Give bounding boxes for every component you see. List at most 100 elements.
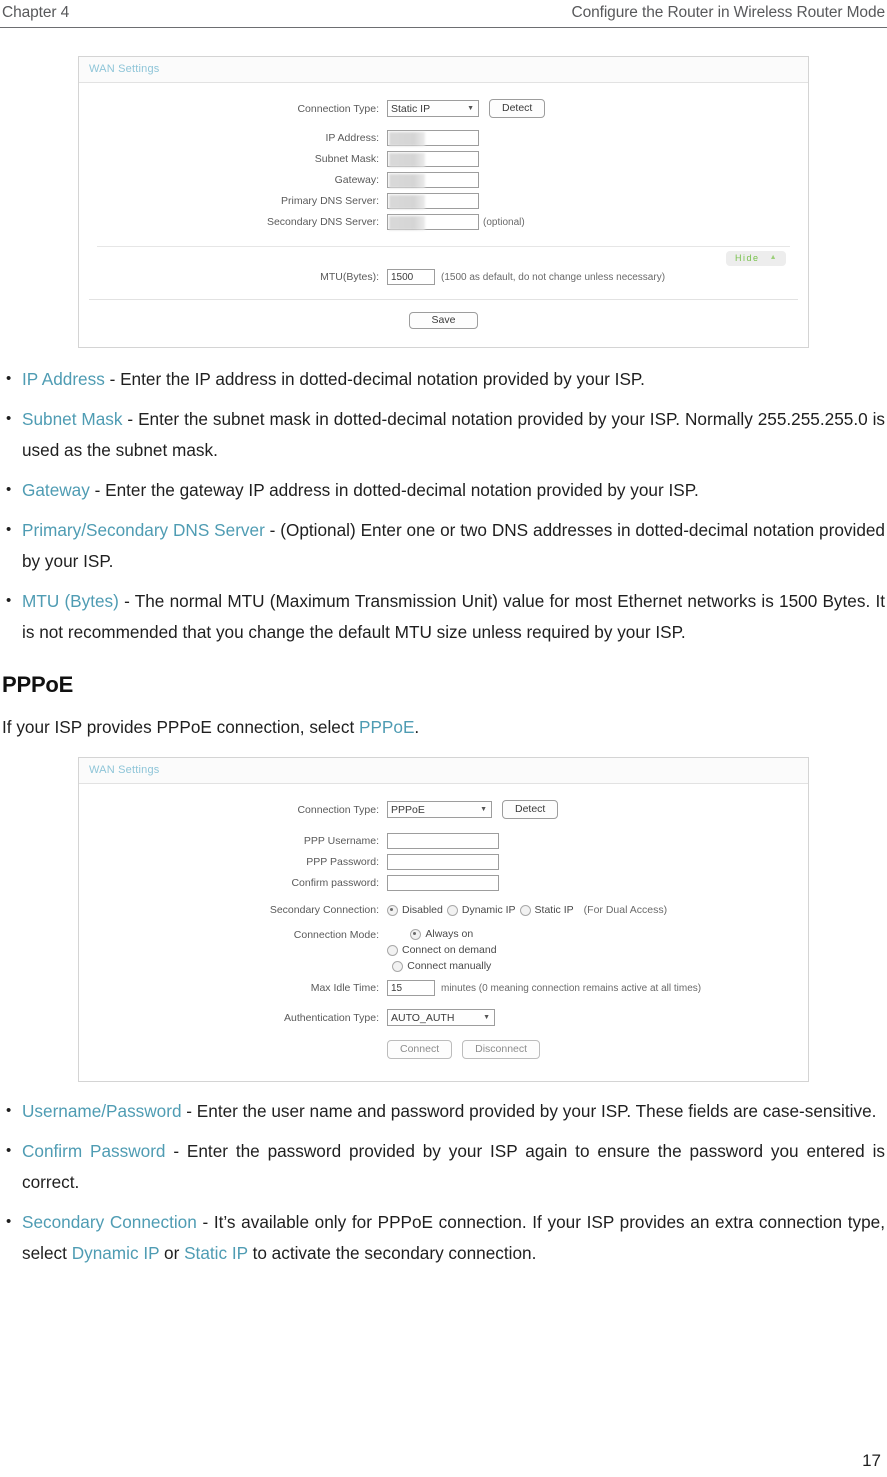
- bullet-term: Username/Password: [22, 1101, 182, 1121]
- gateway-input[interactable]: [387, 172, 479, 188]
- detect-button-static[interactable]: Detect: [489, 99, 546, 118]
- pppoe-bullet-list: Username/Password - Enter the user name …: [2, 1095, 885, 1269]
- connection-type-label-static: Connection Type:: [297, 102, 379, 115]
- ppp-username-row: PPP Username:: [89, 833, 798, 849]
- wan-settings-body-pppoe: Connection Type: PPPoE ▼ Detect PPP User…: [79, 784, 808, 1081]
- confirm-password-label: Confirm password:: [291, 877, 379, 889]
- confirm-password-row: Confirm password:: [89, 875, 798, 891]
- bullet-term: Confirm Password: [22, 1141, 166, 1161]
- bullet-term: IP Address: [22, 369, 105, 389]
- intro-text-after: .: [414, 717, 420, 737]
- radio-secondary-static-ip[interactable]: [519, 904, 531, 916]
- radio-always-on[interactable]: [410, 928, 422, 940]
- bullet-term: Secondary Connection: [22, 1212, 197, 1232]
- bullet-text: - Enter the subnet mask in dotted-decima…: [22, 409, 885, 460]
- secondary-connection-label: Secondary Connection:: [269, 904, 379, 916]
- ppp-username-input[interactable]: [387, 833, 499, 849]
- authentication-type-value: AUTO_AUTH: [391, 1011, 455, 1024]
- wan-settings-panel-title-pppoe: WAN Settings: [79, 758, 808, 784]
- secondary-dns-optional-note: (optional): [483, 216, 525, 228]
- subnet-mask-input[interactable]: [387, 151, 479, 167]
- confirm-password-input[interactable]: [387, 875, 499, 891]
- mtu-hint: (1500 as default, do not change unless n…: [441, 271, 666, 283]
- primary-dns-row: Primary DNS Server:: [89, 193, 798, 209]
- bullet-link-static-ip: Static IP: [184, 1243, 248, 1263]
- list-item: Secondary Connection - It’s available on…: [2, 1206, 885, 1269]
- ip-address-input[interactable]: [387, 130, 479, 146]
- page-running-head: Chapter 4 Configure the Router in Wirele…: [0, 0, 887, 28]
- subnet-mask-row: Subnet Mask:: [89, 151, 798, 167]
- max-idle-time-hint: minutes (0 meaning connection remains ac…: [441, 982, 702, 994]
- list-item: Gateway - Enter the gateway IP address i…: [2, 474, 885, 506]
- wan-settings-panel-title-static: WAN Settings: [79, 57, 808, 83]
- hide-toggle-label: Hide: [735, 253, 760, 263]
- page-content: WAN Settings Connection Type: Static IP …: [0, 56, 887, 1269]
- ppp-username-label: PPP Username:: [303, 835, 379, 847]
- chevron-down-icon: ▼: [467, 105, 474, 112]
- page-number: 17: [862, 1451, 881, 1470]
- connection-mode-label: Connection Mode:: [293, 929, 379, 941]
- list-item: Username/Password - Enter the user name …: [2, 1095, 885, 1127]
- ip-address-label: IP Address:: [325, 132, 379, 144]
- connection-type-value-pppoe: PPPoE: [391, 803, 425, 816]
- max-idle-time-input[interactable]: 15: [387, 980, 435, 996]
- authentication-type-row: Authentication Type: AUTO_AUTH ▼: [89, 1009, 798, 1026]
- connection-type-row-pppoe: Connection Type: PPPoE ▼ Detect: [89, 800, 798, 819]
- connection-type-row-static: Connection Type: Static IP ▼ Detect: [89, 99, 798, 118]
- radio-connect-manually[interactable]: [392, 960, 404, 972]
- secondary-dns-input[interactable]: [387, 214, 479, 230]
- authentication-type-label: Authentication Type:: [284, 1011, 379, 1024]
- hide-toggle-button[interactable]: Hide ▲: [726, 251, 786, 266]
- radio-secondary-disabled[interactable]: [387, 904, 398, 916]
- bullet-text: - Enter the IP address in dotted-decimal…: [104, 369, 645, 389]
- mtu-row: MTU(Bytes): 1500 (1500 as default, do no…: [89, 269, 798, 285]
- mtu-input[interactable]: 1500: [387, 269, 435, 285]
- authentication-type-select[interactable]: AUTO_AUTH ▼: [387, 1009, 495, 1026]
- secondary-dns-row: Secondary DNS Server: (optional): [89, 214, 798, 230]
- gateway-label: Gateway:: [334, 174, 379, 186]
- bullet-text: - Enter the user name and password provi…: [181, 1101, 877, 1121]
- bullet-term: Primary/Secondary DNS Server: [22, 520, 265, 540]
- bullet-text: - The normal MTU (Maximum Transmission U…: [22, 591, 885, 642]
- bullet-link-dynamic-ip: Dynamic IP: [71, 1243, 160, 1263]
- wan-settings-panel-pppoe: WAN Settings Connection Type: PPPoE ▼ De…: [78, 757, 809, 1082]
- connection-mode-option-always-on: Always on: [410, 928, 473, 940]
- max-idle-time-label: Max Idle Time:: [310, 982, 379, 994]
- save-button[interactable]: Save: [408, 312, 479, 329]
- chevron-down-icon: ▼: [483, 1014, 490, 1021]
- ip-address-row: IP Address:: [89, 130, 798, 146]
- list-item: Confirm Password - Enter the password pr…: [2, 1135, 885, 1198]
- ppp-password-input[interactable]: [387, 854, 499, 870]
- primary-dns-label: Primary DNS Server:: [280, 195, 379, 207]
- primary-dns-input[interactable]: [387, 193, 479, 209]
- ppp-password-label: PPP Password:: [306, 856, 379, 868]
- radio-label-static-ip: Static IP: [534, 904, 574, 916]
- connection-mode-row: Connection Mode: Always on Connect on de…: [89, 928, 798, 972]
- disconnect-button[interactable]: Disconnect: [462, 1040, 541, 1059]
- ppp-password-row: PPP Password:: [89, 854, 798, 870]
- wan-settings-panel-static: WAN Settings Connection Type: Static IP …: [78, 56, 809, 348]
- radio-label-on-demand: Connect on demand: [402, 944, 497, 956]
- chevron-down-icon: ▼: [480, 806, 487, 813]
- mtu-label: MTU(Bytes):: [320, 271, 379, 283]
- list-item: IP Address - Enter the IP address in dot…: [2, 363, 885, 395]
- detect-button-pppoe[interactable]: Detect: [502, 800, 559, 819]
- wan-settings-body-static: Connection Type: Static IP ▼ Detect IP A…: [79, 83, 808, 347]
- secondary-connection-row: Secondary Connection: Disabled Dynamic I…: [89, 904, 798, 916]
- connection-type-select-static[interactable]: Static IP ▼: [387, 100, 479, 117]
- chevron-up-icon: ▲: [769, 254, 778, 261]
- section-intro-paragraph: If your ISP provides PPPoE connection, s…: [2, 712, 885, 743]
- radio-label-dynamic-ip: Dynamic IP: [461, 904, 516, 916]
- bullet-term: Gateway: [22, 480, 90, 500]
- connection-type-select-pppoe[interactable]: PPPoE ▼: [387, 801, 492, 818]
- list-item: MTU (Bytes) - The normal MTU (Maximum Tr…: [2, 585, 885, 648]
- section-heading-pppoe: PPPoE: [2, 672, 74, 697]
- radio-secondary-dynamic-ip[interactable]: [446, 904, 458, 916]
- radio-connect-on-demand[interactable]: [387, 944, 398, 956]
- subnet-mask-label: Subnet Mask:: [314, 153, 379, 165]
- bullet-term: MTU (Bytes): [22, 591, 119, 611]
- bullet-text-mid: or: [159, 1243, 185, 1263]
- connect-button[interactable]: Connect: [387, 1040, 453, 1059]
- pppoe-action-buttons: Connect Disconnect: [379, 1040, 798, 1059]
- radio-label-manually: Connect manually: [407, 960, 492, 972]
